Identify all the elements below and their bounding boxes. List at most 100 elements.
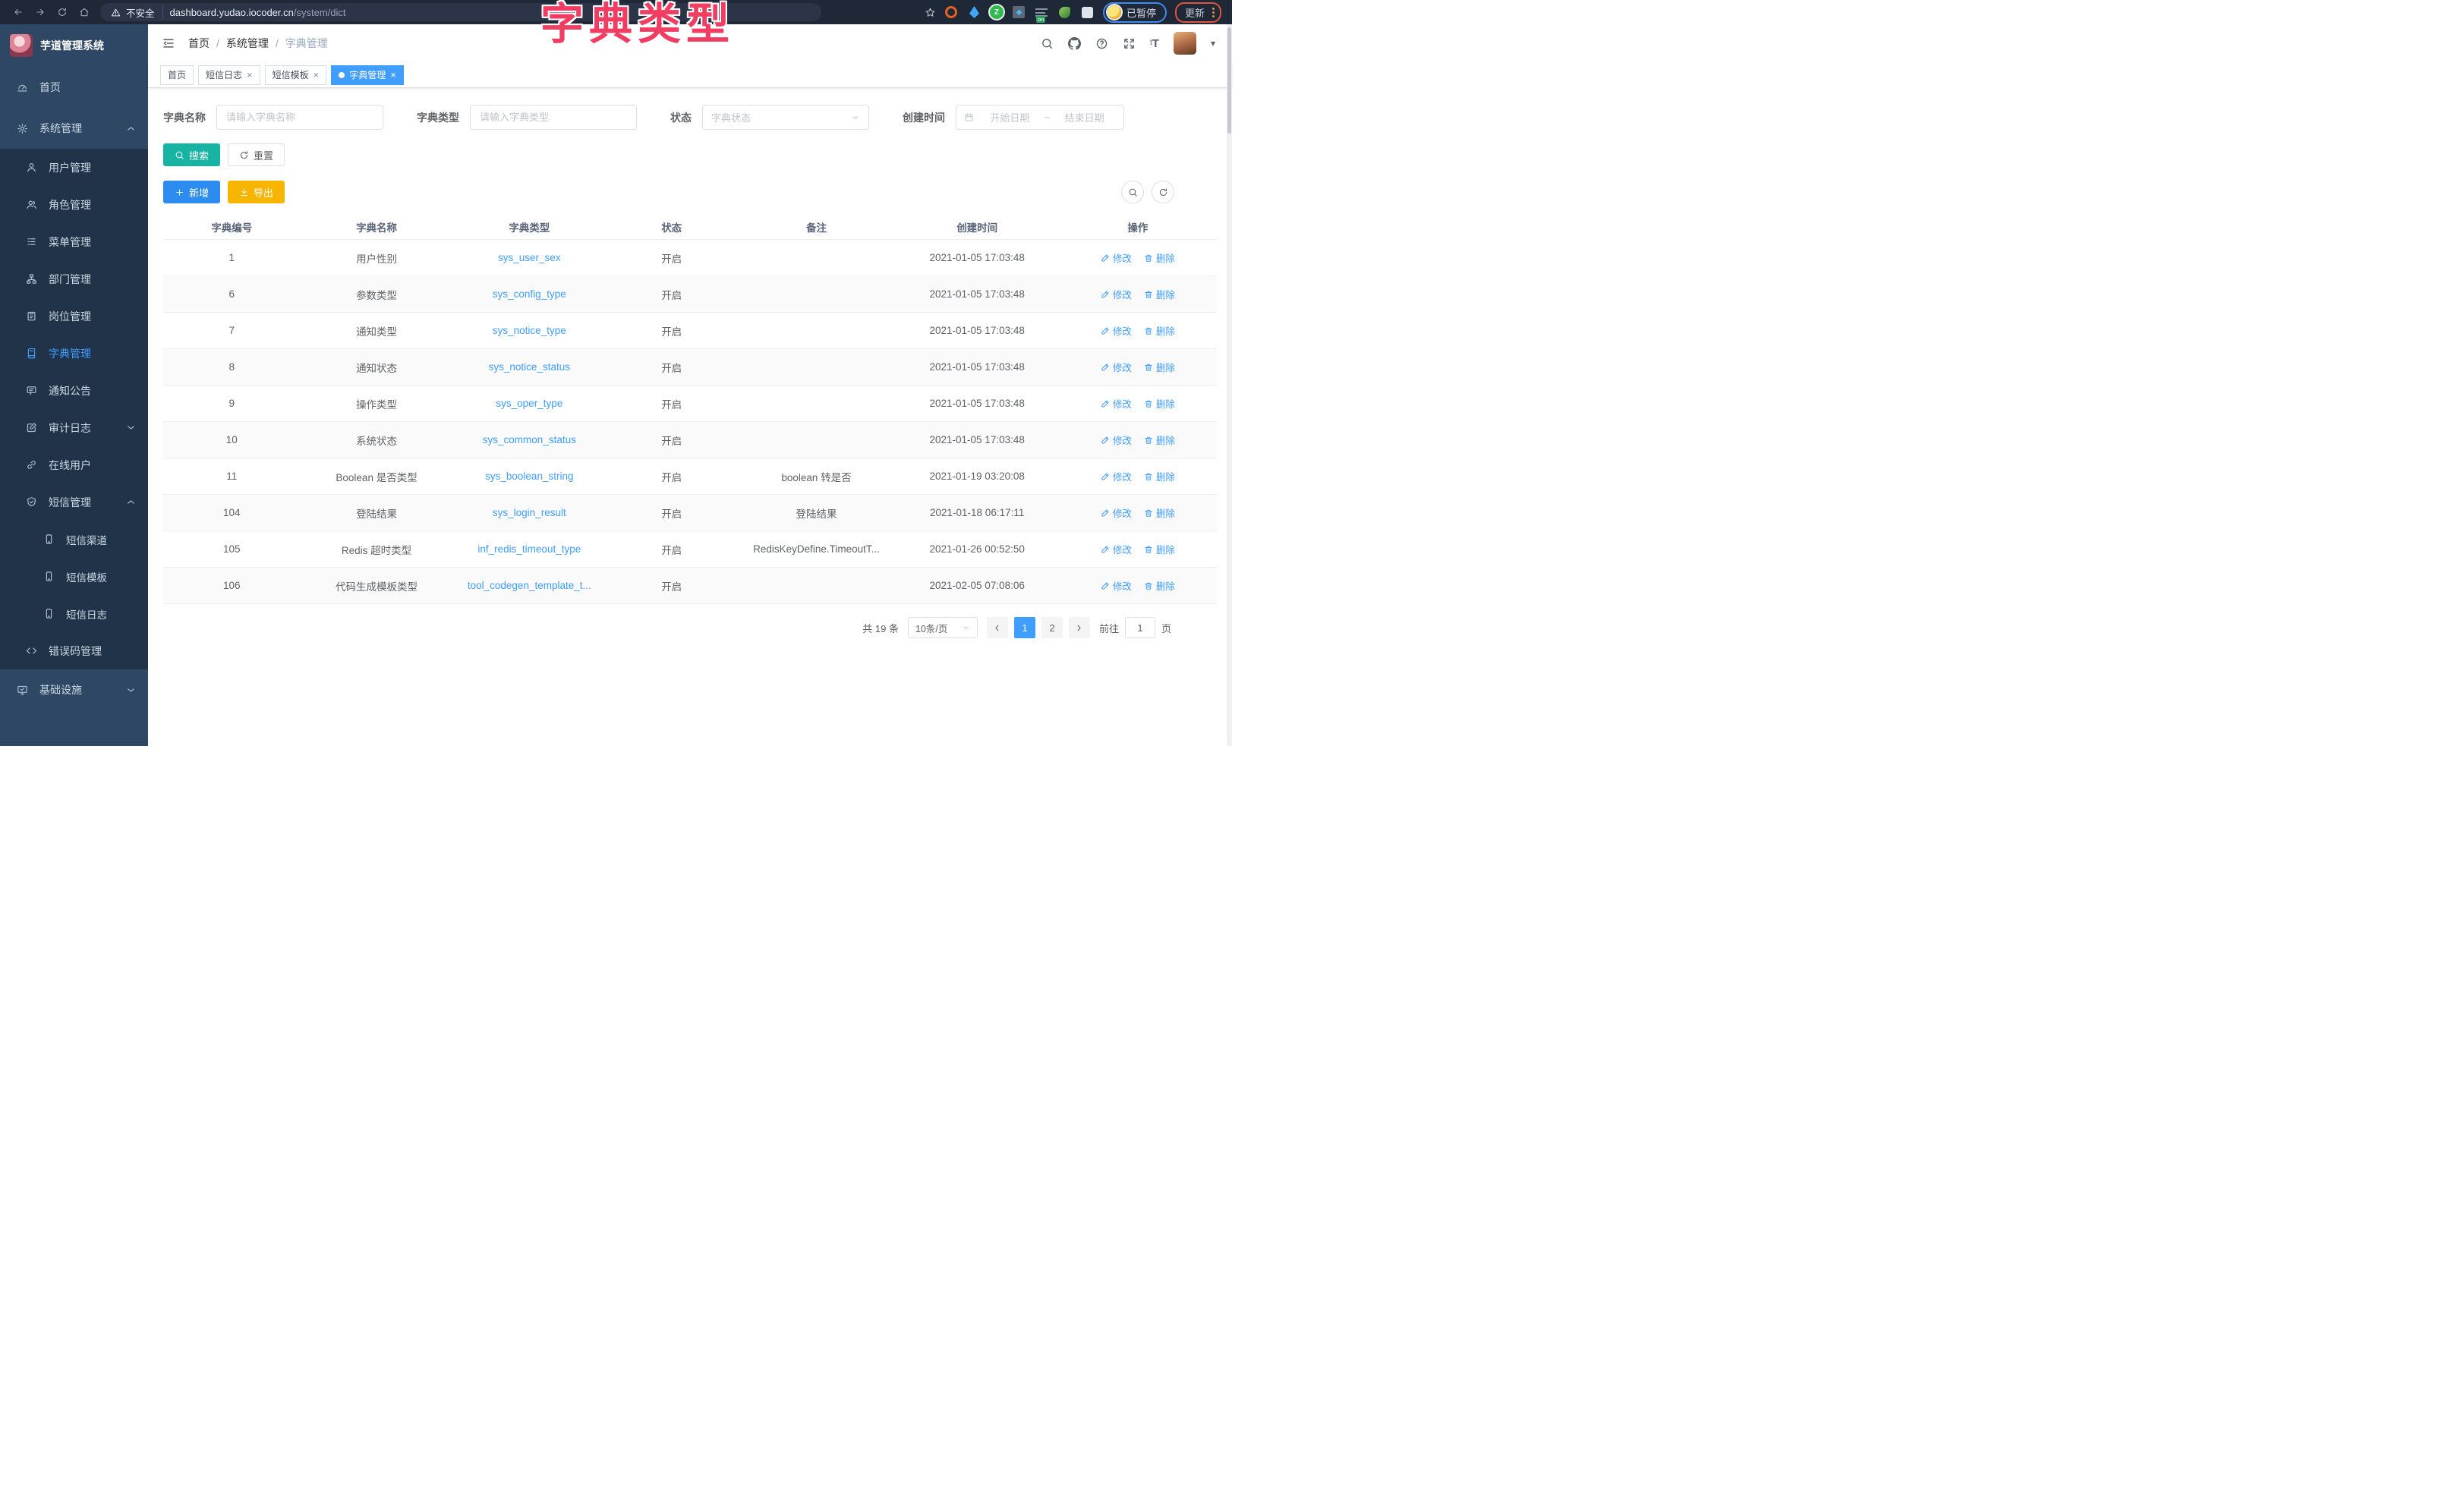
edit-link[interactable]: 修改 [1101, 323, 1132, 338]
delete-link[interactable]: 删除 [1144, 323, 1175, 338]
edit-link[interactable]: 修改 [1101, 469, 1132, 483]
edit-link[interactable]: 修改 [1101, 505, 1132, 520]
tab-dict-management[interactable]: 字典管理 × [331, 65, 404, 85]
dict-type-link[interactable]: sys_config_type [493, 288, 566, 300]
kebab-menu-icon[interactable] [1212, 8, 1215, 17]
delete-link[interactable]: 删除 [1144, 360, 1175, 374]
delete-link[interactable]: 删除 [1144, 505, 1175, 520]
extension-gem-icon[interactable]: ◆ [1012, 5, 1026, 20]
sidebar-item-online-users[interactable]: 在线用户 [0, 446, 148, 483]
window-scrollbar[interactable] [1227, 24, 1232, 746]
font-size-icon[interactable]: tT [1150, 38, 1159, 49]
user-avatar[interactable] [1174, 32, 1196, 55]
address-bar[interactable]: 不安全 dashboard.yudao.iocoder.cn/system/di… [100, 3, 821, 21]
app-brand[interactable]: 芋道管理系统 [0, 24, 148, 67]
browser-reload-icon[interactable] [52, 2, 72, 23]
edit-link[interactable]: 修改 [1101, 433, 1132, 447]
sidebar-item-users[interactable]: 用户管理 [0, 149, 148, 186]
security-indicator[interactable]: 不安全 [111, 5, 163, 20]
sidebar-item-sms-channel[interactable]: 短信渠道 [0, 521, 148, 558]
prev-page-button[interactable] [987, 617, 1008, 638]
sidebar-item-notice[interactable]: 通知公告 [0, 372, 148, 409]
edit-link[interactable]: 修改 [1101, 578, 1132, 593]
caret-down-icon[interactable]: ▾ [1211, 39, 1215, 48]
edit-link[interactable]: 修改 [1101, 250, 1132, 265]
toggle-search-button[interactable] [1121, 181, 1144, 203]
dict-name-input[interactable] [216, 105, 383, 130]
sidebar-item-sms-template[interactable]: 短信模板 [0, 558, 148, 595]
sidebar-item-roles[interactable]: 角色管理 [0, 186, 148, 223]
scrollbar-thumb[interactable] [1227, 27, 1231, 134]
extension-leaf-icon[interactable] [1057, 5, 1072, 20]
search-icon[interactable] [1041, 37, 1054, 50]
breadcrumb-system[interactable]: 系统管理 [226, 36, 269, 51]
sidebar-item-error-code[interactable]: 错误码管理 [0, 632, 148, 669]
tab-sms-template[interactable]: 短信模板 × [265, 65, 327, 85]
delete-link[interactable]: 删除 [1144, 250, 1175, 265]
sidebar-item-home[interactable]: 首页 [0, 67, 148, 108]
dict-type-link[interactable]: sys_notice_type [493, 325, 566, 336]
export-button[interactable]: 导出 [228, 181, 285, 203]
browser-home-icon[interactable] [74, 2, 94, 23]
extension-drop-icon[interactable] [967, 5, 982, 20]
browser-update-button[interactable]: 更新 [1175, 2, 1221, 23]
status-select[interactable]: 字典状态 [702, 105, 869, 130]
delete-link[interactable]: 删除 [1144, 578, 1175, 593]
dict-type-link[interactable]: sys_user_sex [498, 252, 561, 263]
browser-forward-icon[interactable] [30, 2, 50, 23]
sidebar-fold-icon[interactable] [162, 36, 175, 50]
refresh-table-button[interactable] [1152, 181, 1174, 203]
dict-type-link[interactable]: sys_boolean_string [485, 471, 573, 482]
edit-link[interactable]: 修改 [1101, 542, 1132, 556]
tab-sms-log[interactable]: 短信日志 × [198, 65, 260, 85]
dict-type-link[interactable]: sys_common_status [483, 434, 576, 445]
close-icon[interactable]: × [247, 70, 253, 80]
dict-type-link[interactable]: tool_codegen_template_t... [468, 580, 591, 591]
browser-back-icon[interactable] [8, 2, 28, 23]
extension-on-icon[interactable]: on [1035, 5, 1049, 20]
delete-link[interactable]: 删除 [1144, 287, 1175, 301]
dict-type-link[interactable]: inf_redis_timeout_type [477, 543, 581, 555]
sidebar-item-departments[interactable]: 部门管理 [0, 260, 148, 297]
reset-button[interactable]: 重置 [228, 143, 285, 166]
next-page-button[interactable] [1069, 617, 1090, 638]
edit-link[interactable]: 修改 [1101, 360, 1132, 374]
bookmark-star-icon[interactable] [925, 7, 936, 18]
fullscreen-icon[interactable] [1123, 37, 1136, 50]
add-button[interactable]: 新增 [163, 181, 220, 203]
delete-link[interactable]: 删除 [1144, 433, 1175, 447]
delete-link[interactable]: 删除 [1144, 469, 1175, 483]
sidebar-item-system-management[interactable]: 系统管理 [0, 108, 148, 149]
sidebar-item-dict[interactable]: 字典管理 [0, 335, 148, 372]
date-range-picker[interactable]: 开始日期 ~ 结束日期 [956, 105, 1124, 130]
github-icon[interactable] [1068, 37, 1081, 50]
sidebar-item-sms-management[interactable]: 短信管理 [0, 483, 148, 521]
breadcrumb-home[interactable]: 首页 [188, 36, 210, 51]
dict-type-link[interactable]: sys_login_result [493, 507, 566, 518]
profile-paused-badge[interactable]: 已暂停 [1103, 2, 1167, 23]
delete-link[interactable]: 删除 [1144, 396, 1175, 411]
tab-home[interactable]: 首页 [160, 65, 194, 85]
dict-type-link[interactable]: sys_notice_status [489, 361, 570, 373]
goto-page-input[interactable] [1125, 617, 1155, 638]
sidebar-item-sms-log[interactable]: 短信日志 [0, 595, 148, 632]
extension-puzzle-icon[interactable] [1080, 5, 1095, 20]
search-button[interactable]: 搜索 [163, 143, 220, 166]
sidebar-item-menus[interactable]: 菜单管理 [0, 223, 148, 260]
dict-type-link[interactable]: sys_oper_type [496, 398, 562, 409]
close-icon[interactable]: × [390, 70, 396, 80]
extension-z-icon[interactable]: Z [990, 5, 1004, 19]
sidebar-item-infrastructure[interactable]: 基础设施 [0, 669, 148, 710]
sidebar-item-posts[interactable]: 岗位管理 [0, 297, 148, 335]
close-icon[interactable]: × [314, 70, 320, 80]
extension-record-icon[interactable] [944, 5, 959, 20]
dict-type-input[interactable] [470, 105, 637, 130]
edit-link[interactable]: 修改 [1101, 287, 1132, 301]
page-button-2[interactable]: 2 [1041, 617, 1063, 638]
delete-link[interactable]: 删除 [1144, 542, 1175, 556]
page-size-select[interactable]: 10条/页 [908, 617, 978, 638]
page-button-1[interactable]: 1 [1014, 617, 1035, 638]
help-icon[interactable] [1095, 37, 1108, 50]
edit-link[interactable]: 修改 [1101, 396, 1132, 411]
sidebar-item-audit-log[interactable]: 审计日志 [0, 409, 148, 446]
